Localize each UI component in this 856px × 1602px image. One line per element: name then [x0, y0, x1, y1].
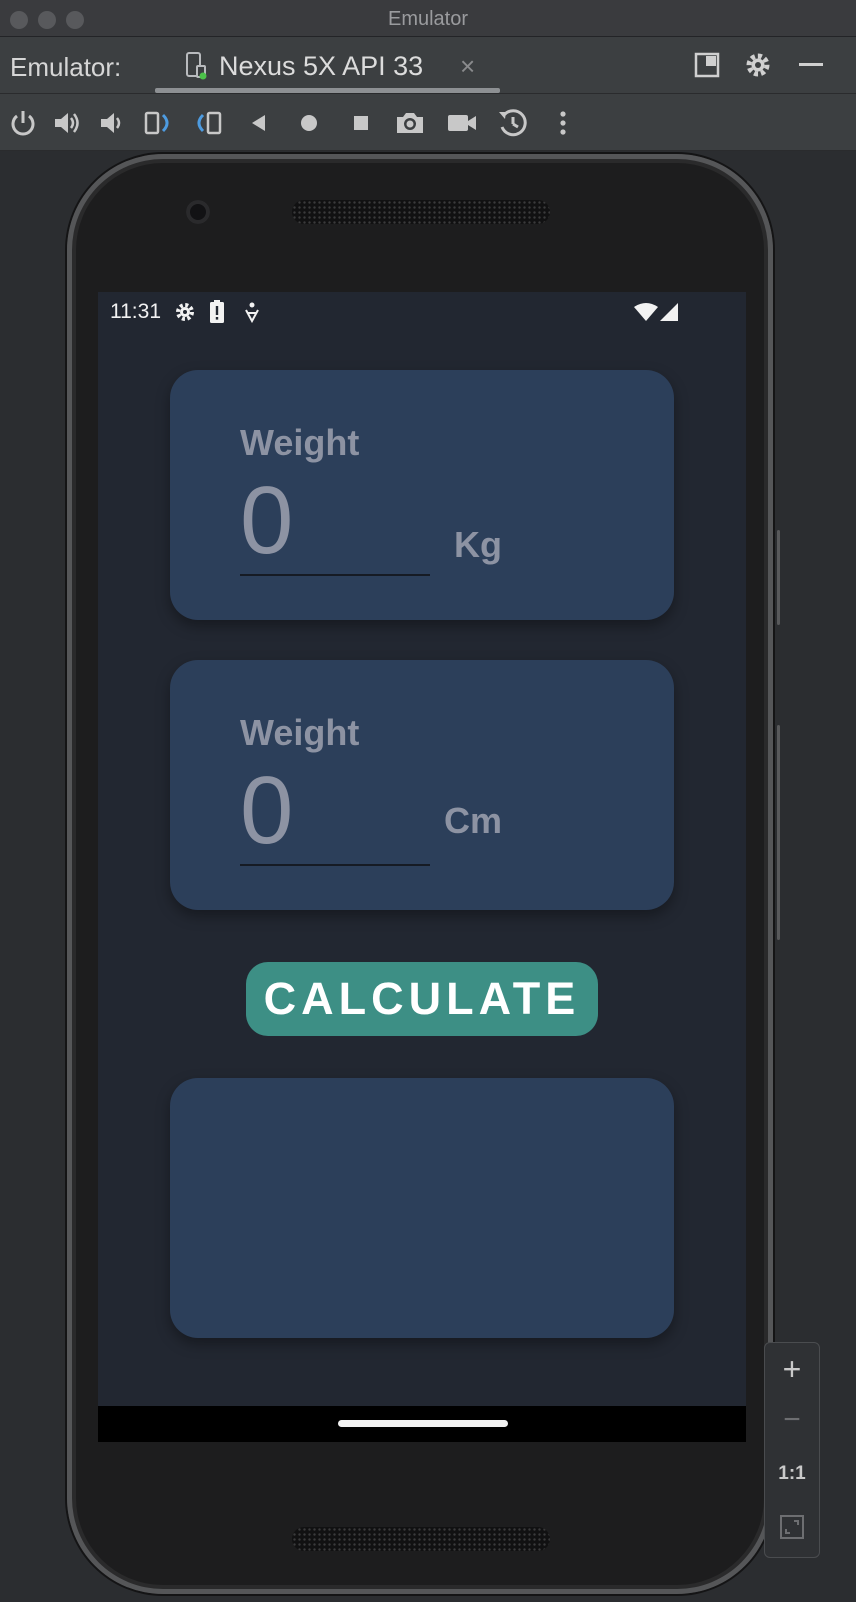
settings-notification-icon	[176, 303, 194, 321]
power-side-button[interactable]	[777, 530, 780, 625]
cellular-signal-icon	[660, 303, 678, 321]
weight-unit: Kg	[454, 524, 502, 565]
front-camera	[186, 200, 210, 224]
wifi-icon	[634, 303, 658, 321]
status-bar: 11:31	[98, 292, 746, 332]
bottom-speaker-grille	[292, 1527, 550, 1551]
zoom-out-button[interactable]: −	[765, 1403, 819, 1437]
height-unit: Cm	[444, 800, 503, 841]
layout-icon[interactable]	[692, 50, 722, 80]
calculate-button[interactable]: CALCULATE	[246, 962, 598, 1036]
minimize-panel-icon[interactable]	[796, 50, 826, 80]
volume-down-icon[interactable]	[96, 106, 130, 140]
close-tab-icon[interactable]: ×	[460, 51, 475, 82]
weight-card: Weight 0 Kg	[170, 370, 674, 620]
back-icon[interactable]	[242, 106, 276, 140]
status-time: 11:31	[110, 300, 161, 323]
volume-up-icon[interactable]	[50, 106, 84, 140]
device-tab-label: Nexus 5X API 33	[219, 51, 424, 81]
height-input-underline	[240, 864, 430, 866]
emulator-toolbar	[0, 94, 856, 151]
weight-label: Weight	[240, 422, 360, 463]
active-tab-indicator	[155, 88, 500, 93]
height-input[interactable]: 0	[240, 756, 293, 866]
weight-input[interactable]: 0	[240, 466, 293, 576]
screen-record-icon[interactable]	[445, 106, 479, 140]
zoom-controls: + − 1:1	[764, 1342, 820, 1558]
weight-input-underline	[240, 574, 430, 576]
emulator-tab-bar: Emulator: Nexus 5X API 33 ×	[0, 37, 856, 94]
device-tab[interactable]: Nexus 5X API 33 ×	[155, 37, 500, 93]
home-icon[interactable]	[292, 106, 326, 140]
emulator-label: Emulator:	[10, 52, 122, 82]
device-icon	[186, 52, 207, 80]
height-card: Weight 0 Cm	[170, 660, 674, 910]
window-title-bar: Emulator	[0, 0, 856, 37]
snapshots-icon[interactable]	[496, 106, 530, 140]
top-speaker-grille	[292, 200, 550, 224]
rotate-right-icon[interactable]	[190, 106, 224, 140]
navigation-bar	[98, 1406, 746, 1442]
gear-icon[interactable]	[743, 50, 773, 80]
overview-icon[interactable]	[344, 106, 378, 140]
accessibility-notification-icon	[245, 302, 259, 323]
rotate-left-icon[interactable]	[142, 106, 176, 140]
height-label: Weight	[240, 712, 360, 753]
battery-alert-icon	[210, 300, 224, 323]
fit-screen-icon[interactable]	[778, 1513, 806, 1541]
zoom-actual-size-button[interactable]: 1:1	[765, 1463, 819, 1485]
screenshot-icon[interactable]	[393, 106, 427, 140]
window-title: Emulator	[387, 8, 469, 30]
result-card	[170, 1078, 674, 1338]
volume-side-button[interactable]	[777, 725, 780, 940]
zoom-in-button[interactable]: +	[765, 1351, 819, 1388]
device-screen: 11:31 Weight 0 Kg Weight 0 Cm CALCULATE	[98, 292, 746, 1442]
power-icon[interactable]	[6, 106, 40, 140]
more-options-icon[interactable]	[546, 106, 580, 140]
home-gesture-handle[interactable]	[338, 1420, 508, 1427]
